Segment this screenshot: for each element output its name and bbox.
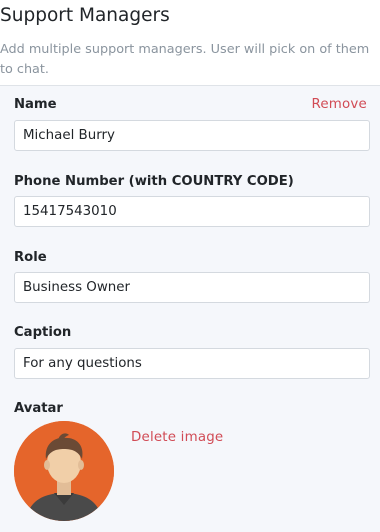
section-title: Support Managers [0, 5, 170, 26]
role-label: Role [14, 250, 47, 265]
section-description: Add multiple support managers. User will… [0, 42, 370, 77]
avatar-image [14, 421, 114, 521]
name-field[interactable] [14, 120, 370, 151]
caption-field[interactable] [14, 348, 370, 379]
support-manager-card: Name Remove Phone Number (with COUNTRY C… [0, 85, 380, 532]
phone-label: Phone Number (with COUNTRY CODE) [14, 174, 294, 189]
remove-manager-link[interactable]: Remove [311, 97, 367, 112]
caption-label: Caption [14, 325, 72, 340]
avatar-label: Avatar [14, 401, 63, 416]
person-avatar-icon [14, 421, 114, 521]
delete-image-link[interactable]: Delete image [131, 430, 223, 445]
phone-field[interactable] [14, 196, 370, 227]
role-field[interactable] [14, 272, 370, 303]
name-label: Name [14, 97, 57, 112]
